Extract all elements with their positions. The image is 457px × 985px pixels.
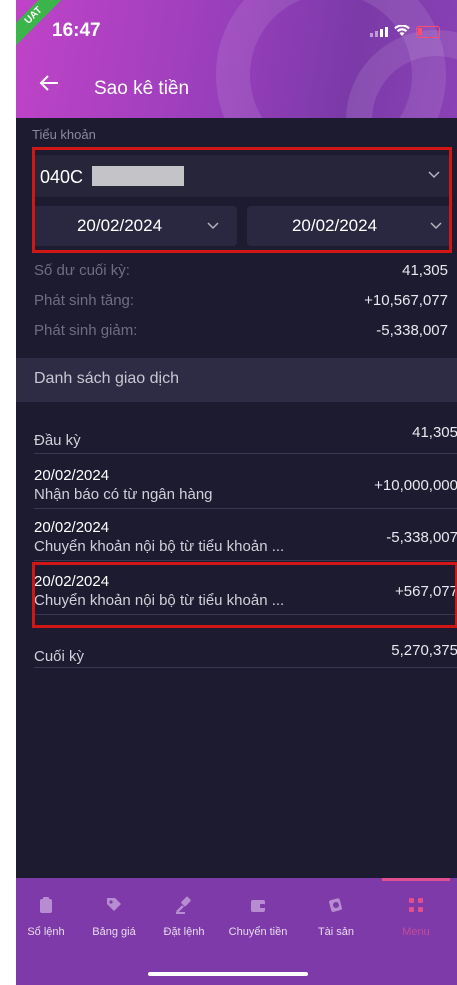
tag-icon [107,898,121,911]
transaction-amount: +10,000,000 [374,477,457,494]
transaction-list-header: Danh sách giao dịch [16,358,457,402]
opening-label: Đầu kỳ [34,432,81,449]
highlight-box [32,562,457,628]
transaction-list-title: Danh sách giao dịch [34,370,179,387]
coins-icon [329,898,342,912]
battery-icon [416,26,440,38]
closing-balance-row: Cuối kỳ 5,270,375 [34,642,457,668]
nav-label: Tài sản [317,926,355,938]
signal-icon [370,27,388,37]
transaction-date: 20/02/2024 [34,519,110,536]
summary-closing-value: 41,305 [402,262,448,279]
arrow-left-icon [39,75,58,91]
clipboard-icon [40,897,52,913]
active-tab-indicator [382,878,450,881]
summary-decrease-row: Phát sinh giảm: -5,338,007 [34,322,448,346]
highlight-box [32,147,452,253]
transaction-row[interactable]: 20/02/2024 Nhận báo có từ ngân hàng +10,… [34,467,457,509]
grid-icon [409,898,423,912]
nav-item-so-lenh[interactable]: Sổ lệnh [16,896,76,948]
summary-closing-row: Số dư cuối kỳ: 41,305 [34,262,448,286]
bottom-navigation: Sổ lệnh Bảng giá Đặt lệnh Chuyển tiền Tà… [16,878,457,985]
nav-item-menu[interactable]: Menu [386,896,446,948]
wallet-icon [251,900,265,912]
summary-decrease-value: -5,338,007 [376,322,448,339]
nav-item-tai-san[interactable]: Tài sản [306,896,366,948]
transaction-amount: -5,338,007 [386,529,457,546]
nav-label: Chuyển tiền [228,926,288,938]
back-button[interactable] [38,72,68,102]
status-icons [370,24,440,40]
transaction-description: Chuyển khoản nội bộ từ tiểu khoản ... [34,538,285,555]
closing-value: 5,270,375 [391,642,457,659]
screen: UAT 16:47 Sao kê tiền Tiểu khoản 040C 20… [16,0,457,985]
transaction-date: 20/02/2024 [34,467,110,484]
status-time: 16:47 [52,20,101,41]
opening-balance-row: Đầu kỳ 41,305 [34,424,457,454]
nav-label: Bảng giá [92,926,136,938]
summary-increase-label: Phát sinh tăng: [34,292,135,309]
nav-label: Đặt lệnh [163,926,205,938]
nav-item-dat-lenh[interactable]: Đặt lệnh [154,896,214,948]
page-title: Sao kê tiền [94,78,190,99]
summary-increase-row: Phát sinh tăng: +10,567,077 [34,292,448,316]
closing-label: Cuối kỳ [34,648,85,665]
nav-item-bang-gia[interactable]: Bảng giá [84,896,144,948]
home-indicator [148,972,308,976]
nav-item-chuyen-tien[interactable]: Chuyển tiền [228,896,288,948]
app-header: UAT 16:47 Sao kê tiền [16,0,457,118]
summary-increase-value: +10,567,077 [364,292,448,309]
account-label: Tiểu khoản [32,127,96,142]
transaction-description: Nhận báo có từ ngân hàng [34,486,213,503]
wifi-icon [394,24,410,40]
transaction-row[interactable]: 20/02/2024 Chuyển khoản nội bộ từ tiểu k… [34,519,457,561]
summary-decrease-label: Phát sinh giảm: [34,322,138,339]
nav-label: Menu [402,926,430,938]
summary-closing-label: Số dư cuối kỳ: [34,262,130,279]
opening-value: 41,305 [412,424,457,441]
gavel-icon [176,896,191,914]
nav-label: Sổ lệnh [27,926,65,938]
